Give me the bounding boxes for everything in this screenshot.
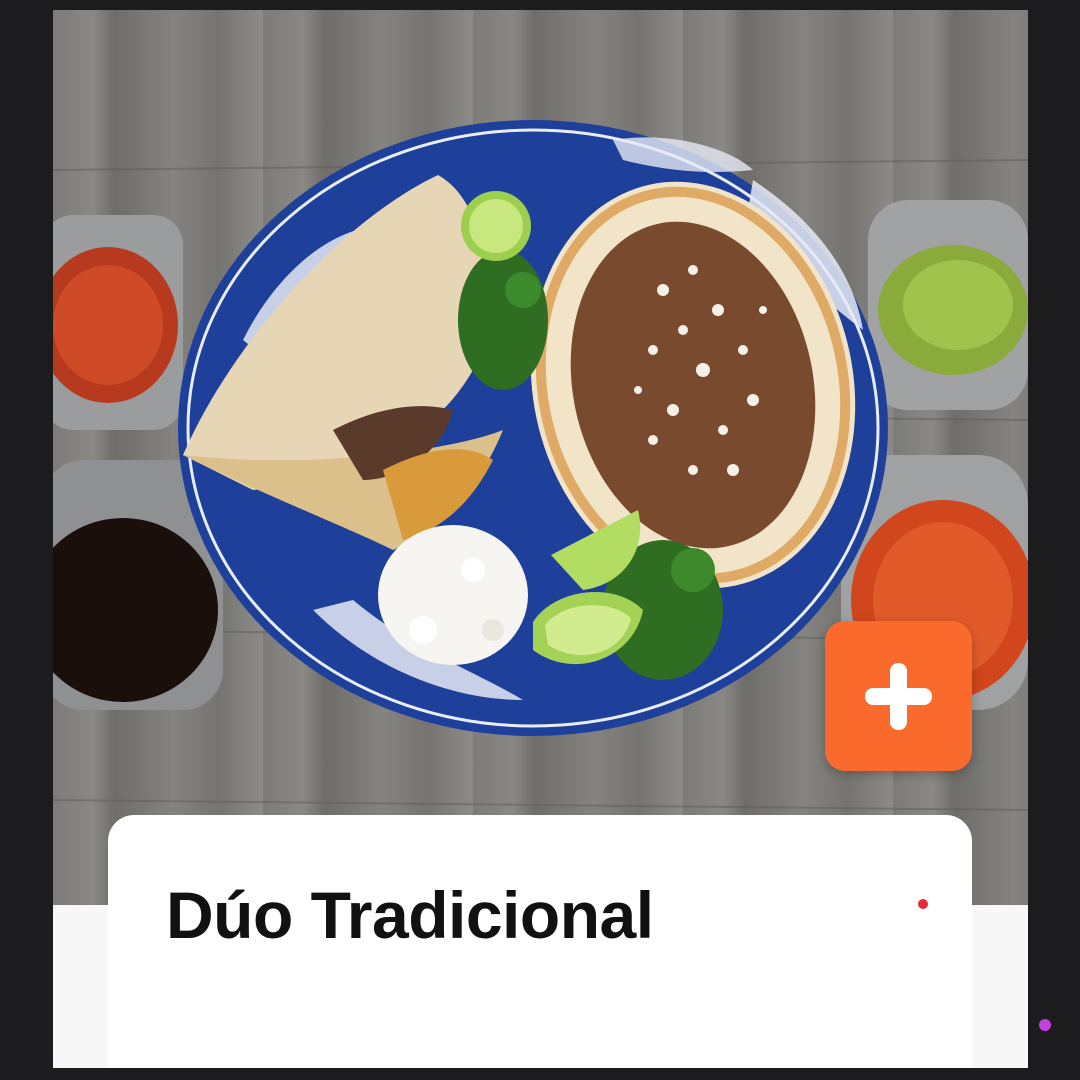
red-salsa-cup <box>53 215 183 430</box>
product-info-card: Dúo Tradicional <box>108 815 972 1068</box>
green-salsa-cup <box>868 200 1028 410</box>
add-to-cart-button[interactable] <box>825 621 972 771</box>
diced-onion <box>378 525 528 665</box>
notification-dot <box>918 899 928 909</box>
product-title: Dúo Tradicional <box>166 878 654 952</box>
edge-indicator-dot <box>1039 1019 1051 1031</box>
plus-icon <box>865 663 932 730</box>
